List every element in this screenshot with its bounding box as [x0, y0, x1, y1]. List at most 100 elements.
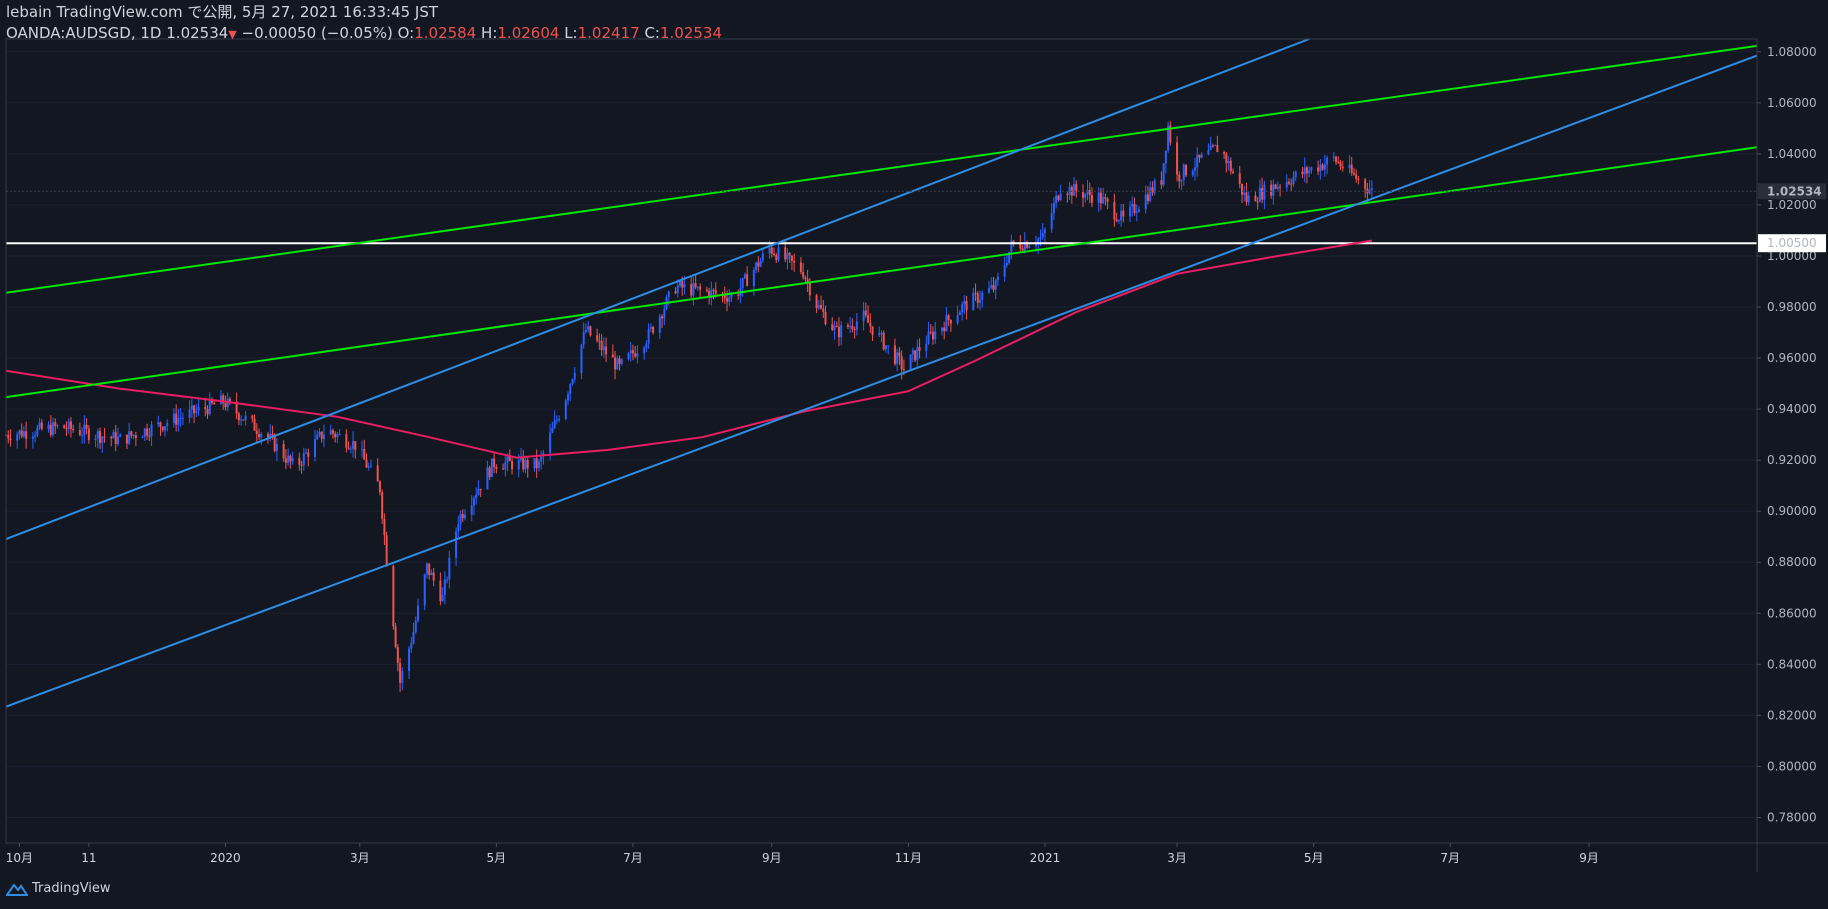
candle-body: [1035, 244, 1037, 247]
candle-body: [1200, 154, 1203, 158]
price-tick-label: 0.92000: [1767, 453, 1817, 467]
candle-body: [1082, 191, 1085, 198]
candle-body: [1207, 150, 1210, 155]
candle-body: [336, 434, 339, 438]
candle-body: [504, 462, 507, 470]
candle-body: [486, 467, 489, 490]
candle-body: [508, 456, 511, 462]
candle-body: [1272, 184, 1275, 196]
candle-body: [381, 492, 384, 519]
candle-body: [1355, 174, 1358, 179]
candle-body: [898, 352, 901, 357]
low-label: L:: [564, 24, 578, 42]
candle-body: [652, 326, 655, 333]
candle-body: [488, 467, 491, 478]
candle-body: [549, 432, 552, 453]
candle-body: [428, 563, 431, 576]
candle-body: [862, 310, 865, 322]
symbol-label[interactable]: OANDA:AUDSGD, 1D: [6, 24, 161, 42]
candle-body: [1227, 160, 1230, 164]
candle-body: [918, 347, 921, 351]
candle-body: [430, 572, 433, 576]
candle-body: [114, 432, 117, 445]
candle-body: [934, 331, 937, 340]
candle-body: [896, 352, 899, 364]
high-value: 1.02604: [497, 24, 560, 42]
candle-body: [511, 461, 514, 470]
candle-body: [755, 262, 758, 270]
candle-body: [352, 441, 355, 449]
candle-body: [712, 289, 715, 291]
candle-body: [1294, 171, 1297, 178]
candle-body: [425, 563, 428, 575]
candle-body: [705, 289, 708, 292]
candle-body: [197, 406, 200, 411]
candle-body: [833, 325, 836, 330]
time-tick-label: 5月: [487, 851, 507, 865]
candle-body: [945, 315, 948, 332]
footer-brand[interactable]: TradingView: [6, 881, 111, 896]
candle-body: [146, 428, 149, 436]
candle-body: [1350, 164, 1353, 173]
candle-body: [645, 343, 648, 348]
current-price-label: 1.02534: [1767, 184, 1822, 198]
candle-body: [1191, 170, 1194, 176]
candle-body: [54, 422, 57, 427]
candle-body: [524, 459, 527, 470]
candle-body: [394, 626, 397, 648]
candle-body: [893, 345, 896, 364]
candle-body: [1323, 164, 1326, 170]
candle-body: [193, 405, 196, 414]
candle-body: [761, 253, 764, 261]
candle-body: [244, 415, 247, 421]
candle-body: [1117, 220, 1120, 222]
candle-body: [911, 350, 914, 355]
candle-body: [1339, 162, 1342, 167]
candle-body: [320, 431, 323, 439]
hline-price-label: 1.00500: [1767, 236, 1817, 250]
candle-body: [1084, 193, 1087, 198]
candle-body: [618, 358, 621, 364]
candle-body: [271, 433, 274, 436]
time-tick-label: 9月: [1579, 851, 1599, 865]
candle-body: [1129, 206, 1132, 217]
candle-body: [148, 435, 151, 437]
candle-body: [242, 419, 245, 421]
candle-body: [855, 321, 858, 330]
last-price: 1.02534: [166, 24, 229, 42]
candle-body: [367, 466, 370, 468]
candle-body: [1357, 178, 1360, 180]
candle-body: [112, 432, 115, 439]
candle-body: [961, 304, 964, 313]
candle-body: [674, 291, 677, 294]
candle-body: [1321, 164, 1324, 170]
candle-body: [31, 436, 34, 439]
candle-body: [298, 458, 301, 465]
tradingview-logo-icon: [6, 882, 28, 896]
candle-body: [927, 331, 930, 344]
candle-body: [307, 452, 310, 457]
time-tick-label: 5月: [1304, 851, 1324, 865]
candle-body: [884, 345, 887, 350]
candle-body: [417, 605, 419, 621]
candle-body: [1164, 150, 1167, 164]
candle-body: [1288, 181, 1291, 184]
candle-body: [141, 436, 144, 439]
candle-body: [1149, 187, 1152, 202]
candle-body: [1050, 213, 1053, 230]
candle-body: [824, 311, 827, 325]
price-tick-label: 0.88000: [1767, 555, 1817, 569]
candle-body: [567, 394, 570, 401]
price-chart[interactable]: 1.080001.060001.040001.020001.000000.980…: [0, 0, 1828, 909]
candle-body: [974, 292, 977, 294]
candle-body: [385, 535, 388, 566]
candle-body: [34, 435, 37, 437]
open-label: O:: [397, 24, 415, 42]
candle-body: [851, 326, 854, 330]
candle-body: [331, 430, 334, 434]
candle-body: [78, 430, 81, 435]
candle-body: [902, 369, 905, 371]
candle-body: [96, 431, 99, 439]
candle-body: [83, 424, 86, 435]
candle-body: [882, 332, 885, 350]
